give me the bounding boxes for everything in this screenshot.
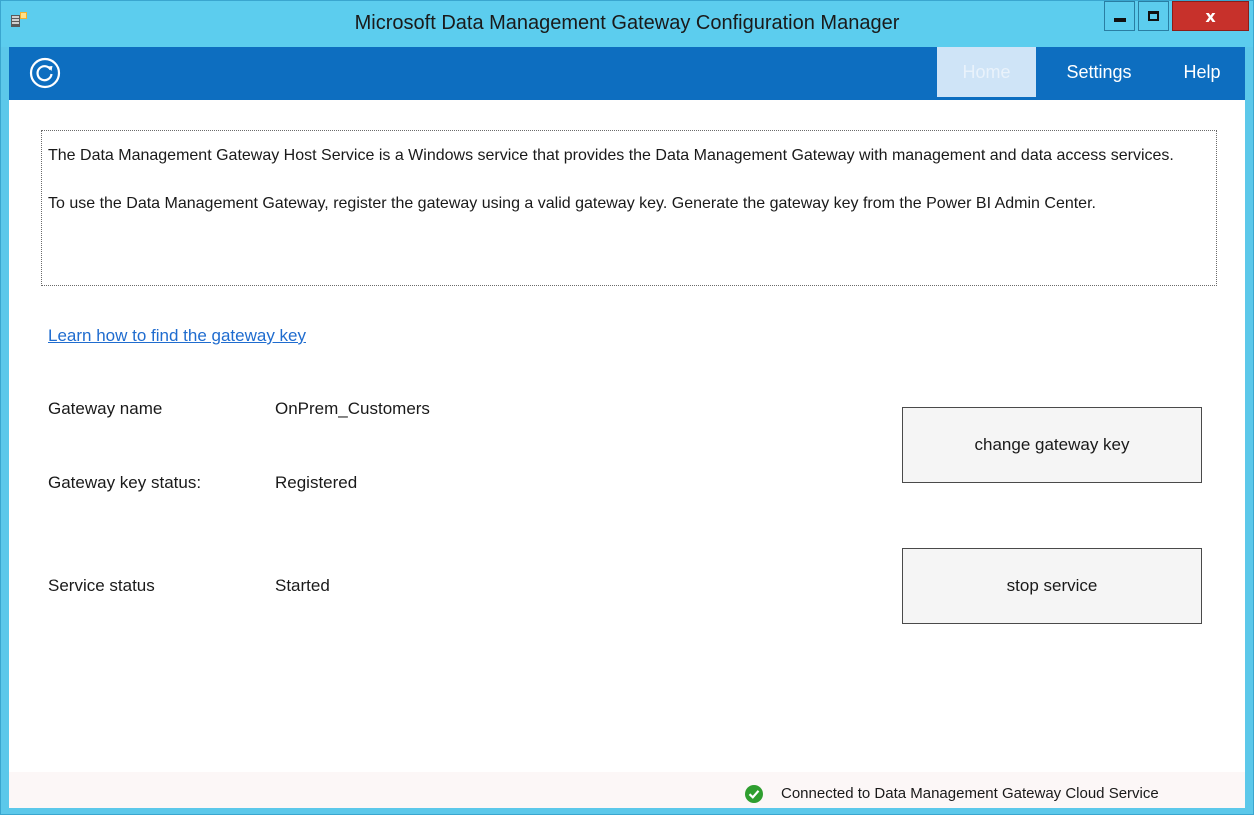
gateway-name-value: OnPrem_Customers [275, 399, 430, 418]
gateway-key-status-label: Gateway key status: [48, 473, 202, 492]
gateway-name-label: Gateway name [48, 399, 163, 418]
minimize-button[interactable] [1104, 1, 1135, 31]
service-status-value: Started [275, 576, 330, 595]
service-status-label: Service status [48, 576, 155, 595]
status-bar: Connected to Data Management Gateway Clo… [9, 772, 1245, 808]
maximize-button[interactable] [1138, 1, 1169, 31]
change-gateway-key-button[interactable]: change gateway key [902, 407, 1202, 483]
learn-gateway-key-link[interactable]: Learn how to find the gateway key [48, 326, 306, 346]
tab-home[interactable]: Home [937, 47, 1036, 97]
app-window: Microsoft Data Management Gateway Config… [0, 0, 1254, 815]
tab-settings[interactable]: Settings [1049, 47, 1149, 97]
minimize-icon [1113, 18, 1126, 22]
gateway-key-status-value: Registered [275, 473, 358, 492]
connection-status-text: Connected to Data Management Gateway Clo… [781, 785, 1159, 802]
title-bar[interactable]: Microsoft Data Management Gateway Config… [1, 1, 1253, 47]
close-icon: x [1205, 6, 1216, 26]
check-circle-icon [745, 785, 763, 803]
stop-service-button[interactable]: stop service [902, 548, 1202, 624]
maximize-icon [1148, 11, 1159, 21]
description-paragraph: To use the Data Management Gateway, regi… [48, 195, 1096, 212]
window-title: Microsoft Data Management Gateway Config… [354, 12, 900, 34]
description-box: The Data Management Gateway Host Service… [41, 130, 1217, 286]
main-content: The Data Management Gateway Host Service… [9, 100, 1245, 772]
nav-bar: Home Settings Help [9, 47, 1245, 100]
description-paragraph: The Data Management Gateway Host Service… [48, 147, 1174, 164]
refresh-icon[interactable] [29, 57, 61, 89]
tab-help[interactable]: Help [1167, 47, 1237, 97]
close-button[interactable]: x [1172, 1, 1249, 31]
